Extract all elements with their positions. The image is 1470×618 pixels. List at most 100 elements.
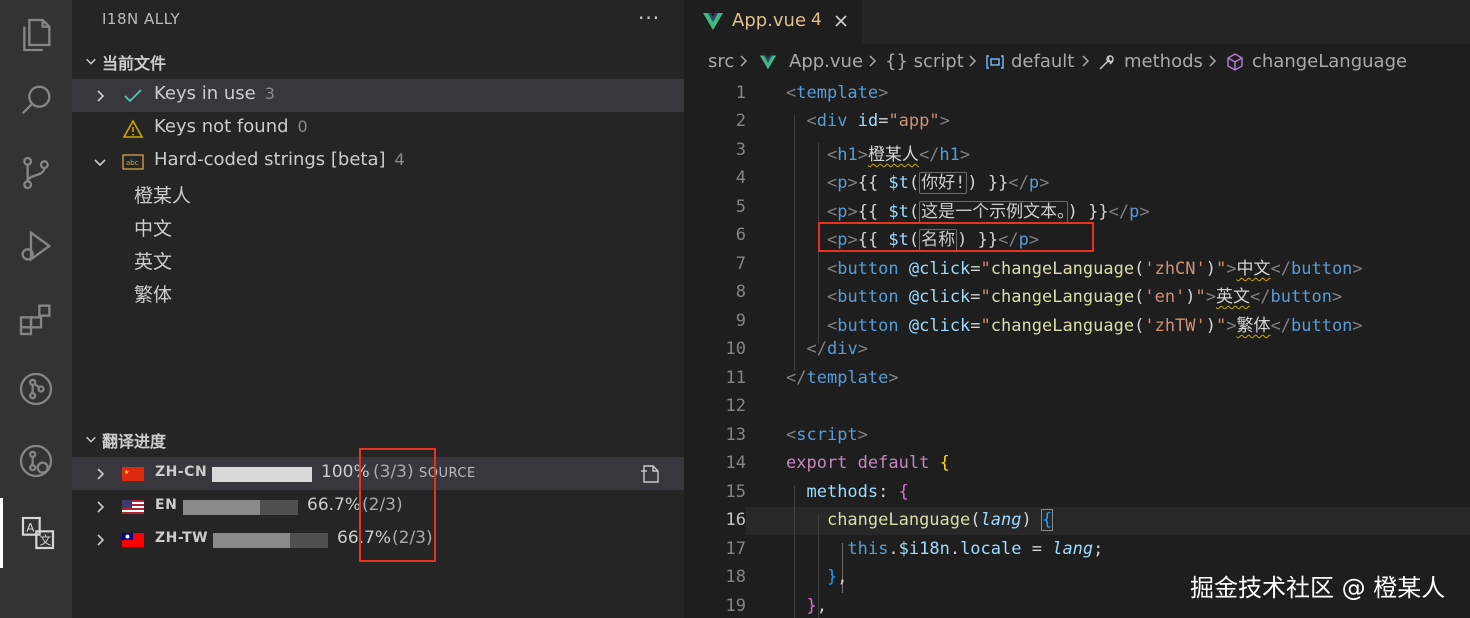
breadcrumb-item[interactable]: changeLanguage [1252,51,1407,72]
tab-app-vue[interactable]: App.vue 4 [684,0,862,44]
extensions-icon [19,304,51,336]
tree-item-label: Keys in use [154,83,256,104]
code-line: <p>{{ $t(这是一个示例文本。) }}</p> [826,201,1150,223]
breadcrumb-item[interactable]: App.vue [789,51,863,72]
locale-label: EN [155,497,178,513]
hardcoded-string-item[interactable]: 英文 [134,247,172,274]
open-editor-icon[interactable] [638,461,664,487]
breadcrumb-item[interactable]: {} script [885,51,964,72]
i18n-ally-icon: A文 [21,516,54,550]
explorer-button[interactable] [0,0,72,70]
check-icon [124,89,142,103]
section-current-file[interactable]: 当前文件 [72,47,684,77]
line-number: 17 [725,539,746,559]
percent-text: 66.7% [307,495,362,515]
code-line: <button @click="changeLanguage('en')">英文… [826,287,1343,307]
line-number: 6 [735,225,746,245]
code-line: </div> [806,339,868,359]
line-number: 19 [725,596,746,616]
tree-item-count: 4 [394,150,405,169]
code-line: <h1>橙某人</h1> [826,145,971,165]
line-number: 16 [725,510,746,530]
tree-item-keys-in-use[interactable]: Keys in use 3 [72,79,684,112]
run-debug-button[interactable] [0,211,72,281]
locale-label: ZH-TW [155,530,209,546]
git-graph-button[interactable] [0,354,72,424]
chevron-down-icon [86,58,96,65]
chevron-right-icon [1082,55,1090,67]
breadcrumb-item[interactable]: default [1011,51,1074,72]
line-number: 4 [735,168,746,188]
svg-text:A: A [26,520,34,534]
line-number: 2 [735,111,746,131]
chevron-right-icon [97,501,105,513]
tree-item-keys-not-found[interactable]: Keys not found 0 [72,112,684,145]
svg-text:文: 文 [39,534,51,548]
hardcoded-string-item[interactable]: 中文 [134,214,172,241]
code-line: <p>{{ $t(你好!) }}</p> [826,172,1050,194]
vue-file-icon [759,55,777,70]
code-editor[interactable]: 1 2 3 4 5 6 7 8 9 10 11 12 13 14 15 16 1… [684,80,1470,618]
chevron-right-icon [97,90,105,102]
progress-bar [212,467,312,482]
chevron-right-icon [740,55,748,67]
line-number: 12 [725,396,746,416]
us-flag-icon [122,500,144,514]
code-line: changeLanguage(lang) { [826,509,1054,531]
warning-icon [122,119,144,138]
chevron-right-icon [97,468,105,480]
editor-tab-bar: App.vue 4 [684,0,1470,44]
chevron-right-icon [969,55,977,67]
git-history-icon [19,444,53,478]
tab-problem-count: 4 [811,10,822,30]
i18n-inline-hint[interactable]: 你好! [919,172,968,194]
tree-item-label: Hard-coded strings [beta] [154,149,386,170]
section-title: 当前文件 [102,54,167,73]
line-number: 13 [725,425,746,445]
line-number: 1 [735,83,746,103]
tree-item-hardcoded-strings[interactable]: abc Hard-coded strings [beta] 4 [72,145,684,178]
module-icon [986,55,1004,69]
chevron-down-icon [94,159,106,167]
run-debug-icon [21,230,52,262]
i18n-ally-button[interactable]: A文 [0,498,72,568]
progress-bar [183,500,298,515]
close-icon[interactable] [833,13,849,29]
locale-label: ZH-CN [155,464,208,480]
hardcoded-string-item[interactable]: 繁体 [134,280,172,307]
line-number: 15 [725,482,746,502]
code-line: <template> [786,83,889,103]
line-number: 10 [725,339,746,359]
wrench-icon [1099,55,1114,70]
source-control-icon [23,156,49,190]
search-button[interactable] [0,65,72,135]
hardcoded-string-item[interactable]: 橙某人 [134,181,191,208]
chevron-right-icon [97,534,105,546]
more-actions-icon[interactable]: ··· [638,6,660,30]
git-history-button[interactable] [0,426,72,496]
i18n-ally-sidebar: I18N ALLY ··· 当前文件 Keys in use 3 Keys not… [72,0,684,618]
activity-bar: A文 [0,0,72,618]
text-abc-icon: abc [122,154,144,170]
line-number: 3 [735,140,746,160]
line-number: 5 [735,197,746,217]
progress-bar-fill [213,533,290,548]
extensions-button[interactable] [0,284,72,354]
china-flag-icon: ★ [122,467,144,481]
breadcrumb-item[interactable]: src [708,51,734,72]
tree-item-count: 0 [297,117,308,136]
tab-title: App.vue [732,10,807,31]
line-number: 18 [725,567,746,587]
svg-text:★: ★ [124,469,129,476]
code-line: <div id="app"> [806,111,950,131]
tree-item-count: 3 [264,84,275,103]
breadcrumb-item[interactable]: methods [1124,51,1203,72]
code-line: this.$i18n.locale = lang; [847,539,1104,559]
watermark: 掘金技术社区 @ 橙某人 [1190,574,1446,602]
source-control-button[interactable] [0,138,72,208]
code-line: methods: { [806,482,909,502]
i18n-inline-hint[interactable]: 这是一个示例文本。 [919,201,1068,223]
git-graph-icon [19,372,53,406]
progress-bar-fill [183,500,260,515]
line-number: 9 [735,311,746,331]
